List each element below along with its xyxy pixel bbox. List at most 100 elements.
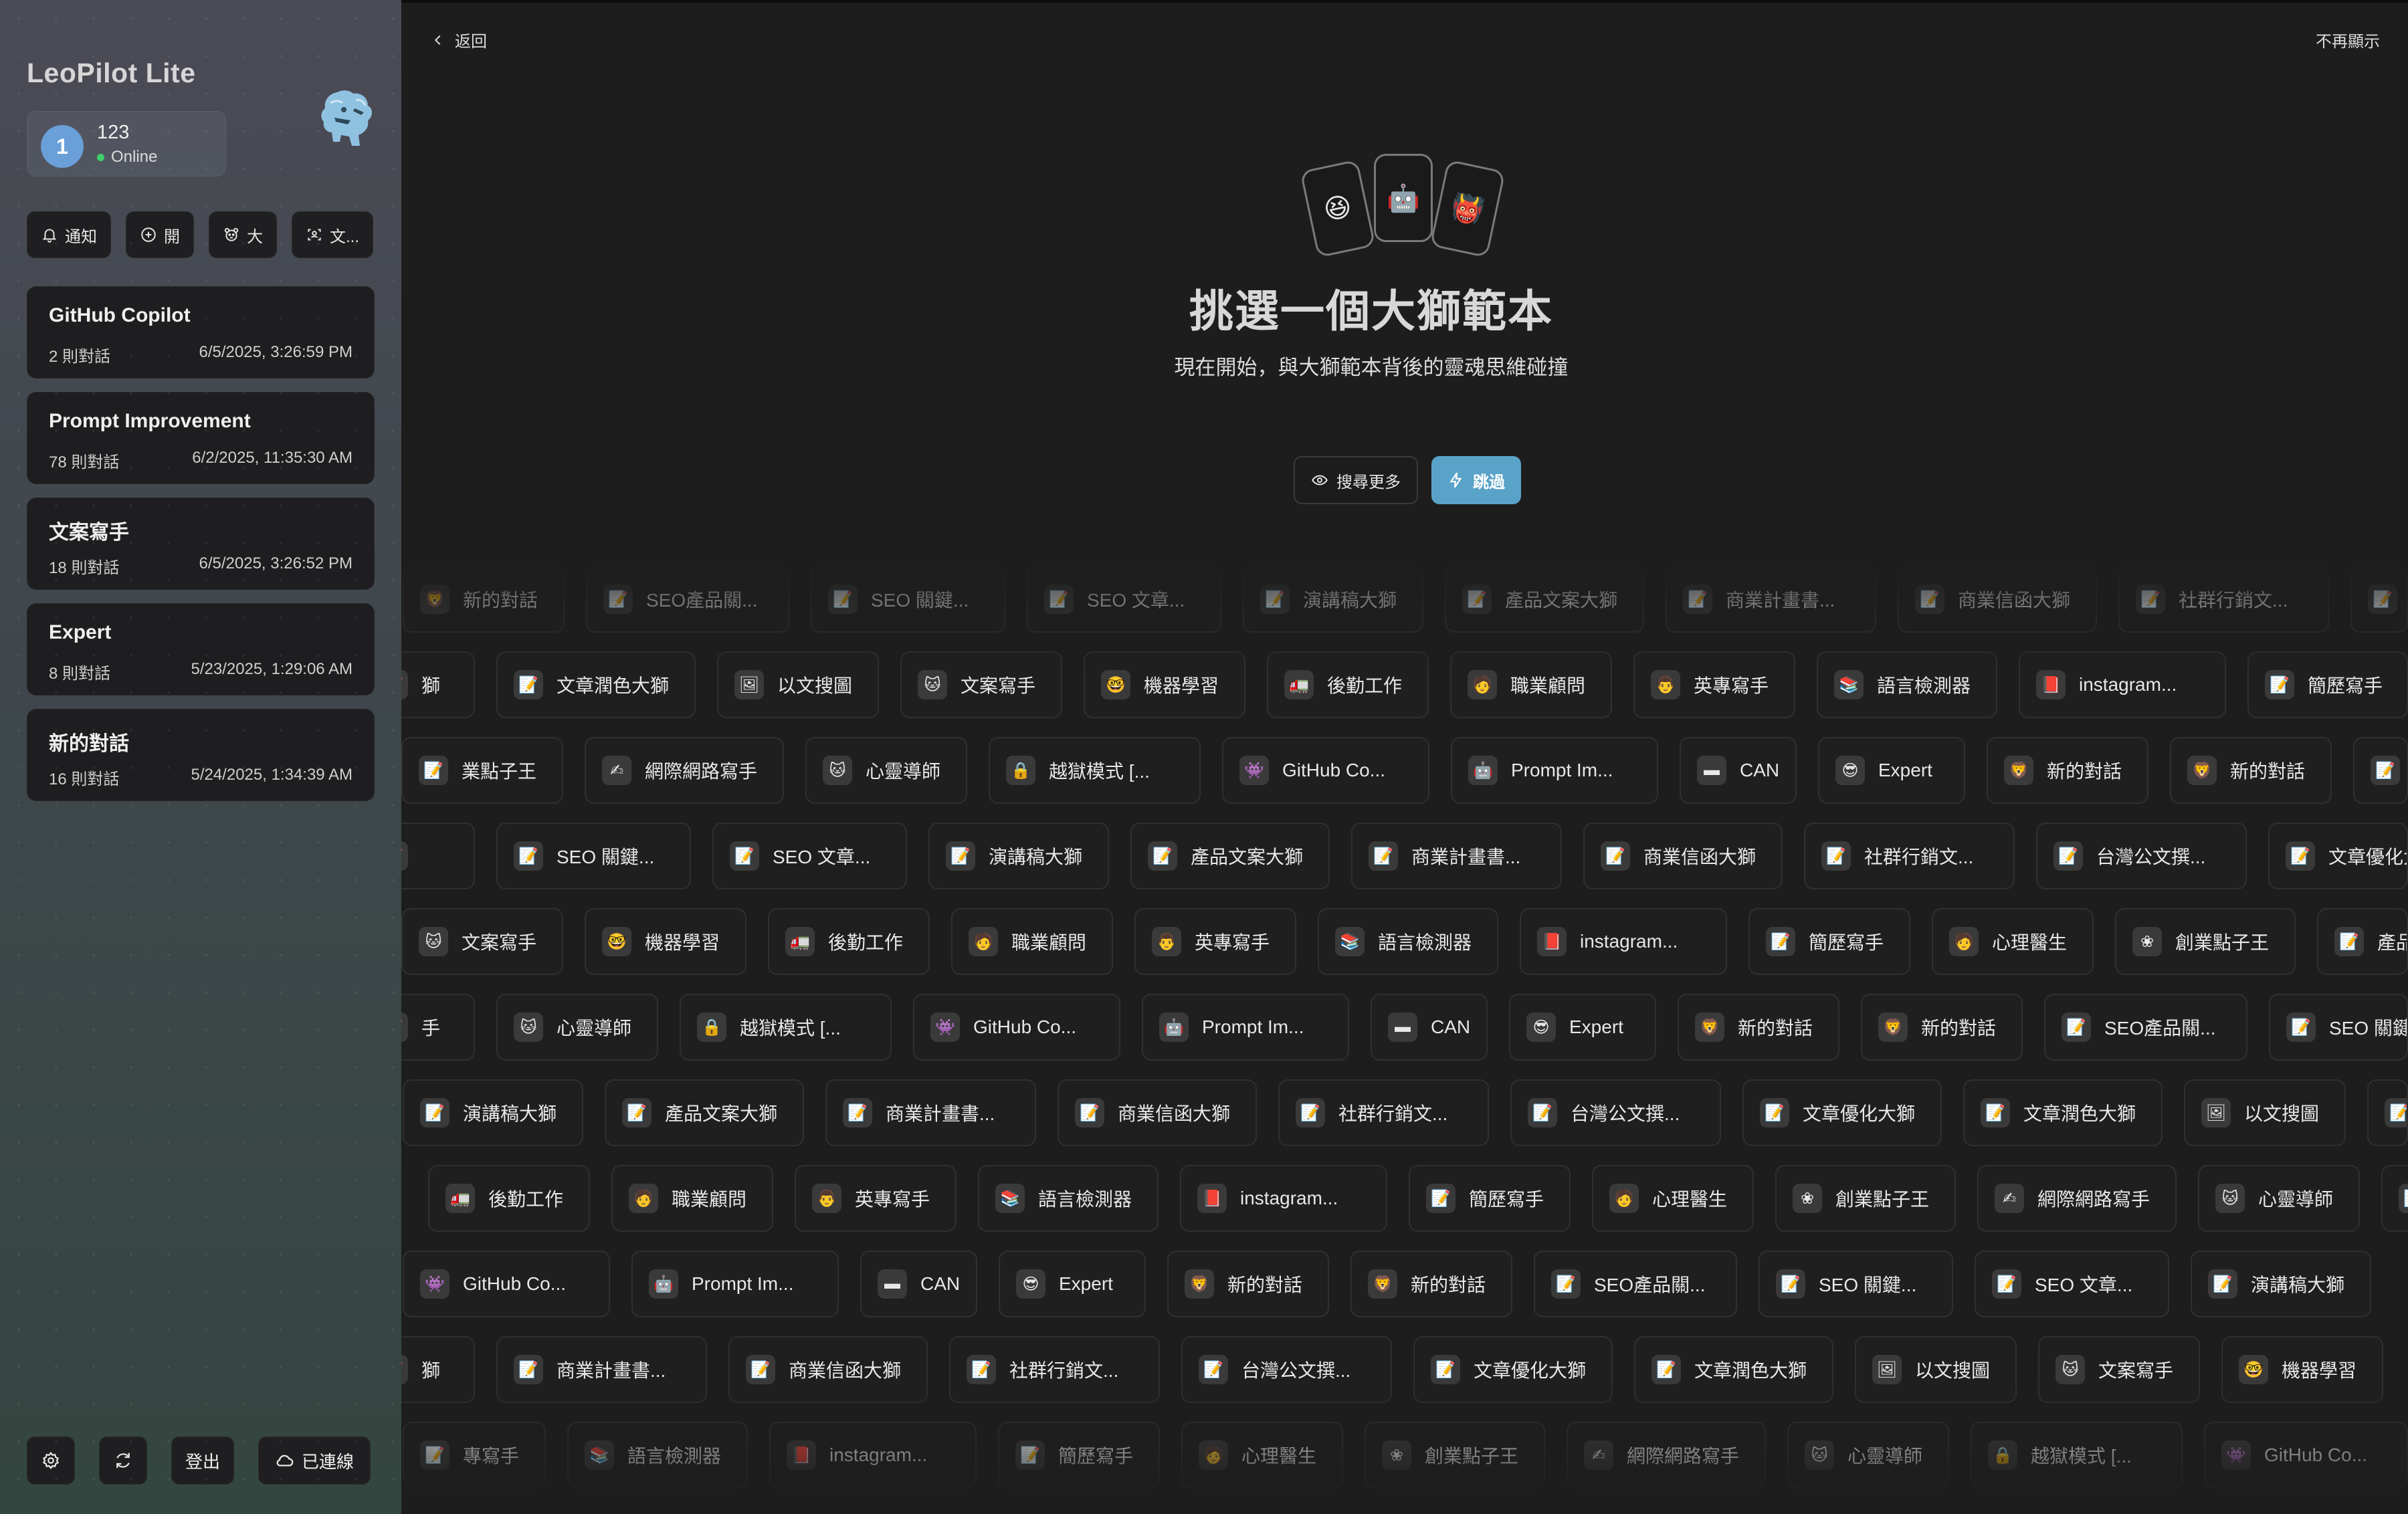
template-tile[interactable]: 📝 簡歷寫手	[1409, 1165, 1571, 1232]
template-tile[interactable]: 📝 SEO 文章...	[712, 823, 907, 889]
template-tile[interactable]: 👾 GitHub Co...	[2204, 1422, 2408, 1489]
template-tile[interactable]: 📝 SEO 文章...	[1975, 1251, 2169, 1317]
template-tile[interactable]: 📝 產品文案大獅	[605, 1079, 804, 1146]
back-link[interactable]: 返回	[431, 28, 487, 51]
template-tile[interactable]: 📝 商業計畫書...	[496, 1336, 707, 1403]
template-tile[interactable]: 🧑 職業顧問	[611, 1165, 773, 1232]
refresh-button[interactable]	[99, 1436, 147, 1485]
template-tile[interactable]: 📝 商業計畫書...	[1666, 566, 1876, 633]
template-tile[interactable]: 🤓 機器學習	[585, 908, 746, 975]
template-tile[interactable]: 📝 商業信函大獅	[728, 1336, 928, 1403]
template-tile[interactable]: 📝台	[2350, 566, 2408, 633]
template-tile[interactable]: 📚 語言檢測器	[1817, 651, 1997, 718]
template-tile[interactable]: 📝 商業計畫書...	[825, 1079, 1036, 1146]
template-tile[interactable]: 👨 英專寫手	[1134, 908, 1296, 975]
template-tile[interactable]: 🧑 心理醫生	[1592, 1165, 1754, 1232]
template-tile[interactable]: 📝	[401, 823, 475, 889]
template-tile[interactable]: 🧑 職業顧問	[1450, 651, 1612, 718]
template-tile[interactable]: 🧑 心理醫生	[1181, 1422, 1343, 1489]
template-tile[interactable]: 📝 演講稿大獅	[1243, 566, 1423, 633]
template-tile[interactable]: 📝 商業信函大獅	[1583, 823, 1783, 889]
template-tile[interactable]: 📝 SEO 關鍵...	[2269, 994, 2408, 1061]
template-tile[interactable]: 🐱 心靈導師	[1787, 1422, 1949, 1489]
user-card[interactable]: 1 123 Online	[27, 111, 226, 177]
template-tile[interactable]: 📝 文章優化大獅	[1413, 1336, 1613, 1403]
template-tile[interactable]: 📝 SEO產品關...	[1534, 1251, 1737, 1317]
template-tile[interactable]: 📝手	[401, 994, 475, 1061]
template-tile[interactable]: 😎 Expert	[999, 1251, 1146, 1317]
template-tile[interactable]: ▬ CAN	[1680, 737, 1797, 804]
template-tile[interactable]: 🚛 後勤工作	[1267, 651, 1429, 718]
template-tile[interactable]: 📝獅	[401, 651, 475, 718]
template-tile[interactable]: ✍ 網際網路寫手	[1977, 1165, 2177, 1232]
template-tile[interactable]: 📝獅	[401, 1336, 475, 1403]
template-tile[interactable]: 🧑 職業顧問	[951, 908, 1113, 975]
template-tile[interactable]: ✍ 網際網路寫手	[1567, 1422, 1766, 1489]
template-tile[interactable]: 📝 產品文	[2317, 908, 2408, 975]
template-tile[interactable]: ❀ 創業點子王	[1775, 1165, 1956, 1232]
template-tile[interactable]: 🚛 後勤工作	[428, 1165, 590, 1232]
template-tile[interactable]: 🐱 文案寫手	[900, 651, 1062, 718]
conversation-item[interactable]: Prompt Improvement 78 則對話 6/2/2025, 11:3…	[27, 392, 375, 484]
template-tile[interactable]: 📝 文章優化大獅	[1742, 1079, 1942, 1146]
template-tile[interactable]: 🤓 機器學習	[2221, 1336, 2383, 1403]
lion-templates-button[interactable]: 大	[209, 211, 277, 258]
template-tile[interactable]: 📕 instagram...	[2019, 651, 2226, 718]
template-tile[interactable]: 📝 商業信函大獅	[1898, 566, 2097, 633]
template-tile[interactable]: 📝 文章潤色大獅	[1634, 1336, 1833, 1403]
template-tile[interactable]: 📝 演講稿大獅	[403, 1079, 583, 1146]
template-tile[interactable]: 🤖 Prompt Im...	[1142, 994, 1349, 1061]
template-tile[interactable]: 😎 Expert	[1509, 994, 1656, 1061]
template-tile[interactable]: 📝 商業信函大獅	[1058, 1079, 1257, 1146]
template-tile[interactable]: 🐱 心靈導師	[2198, 1165, 2360, 1232]
template-tile[interactable]: 👾 GitHub Co...	[1222, 737, 1429, 804]
template-tile[interactable]: 🤓 機器學習	[1084, 651, 1245, 718]
template-tile[interactable]: 📝 商業計畫書...	[1351, 823, 1562, 889]
template-tile[interactable]: 📝 台灣公文撰...	[2036, 823, 2247, 889]
logout-button[interactable]: 登出	[171, 1436, 235, 1485]
template-tile[interactable]: 📝insta	[2353, 737, 2408, 804]
template-tile[interactable]: 🖼 以文搜圖	[717, 651, 879, 718]
conversation-item[interactable]: 文案寫手 18 則對話 6/5/2025, 3:26:52 PM	[27, 498, 375, 590]
template-tile[interactable]: 🦁 新的對話	[1350, 1251, 1512, 1317]
template-tile[interactable]: 🐱 文案寫手	[401, 908, 563, 975]
template-tile[interactable]: ❀ 創業點子王	[2115, 908, 2296, 975]
template-tile[interactable]: 🧑 心理醫生	[1932, 908, 2094, 975]
conversation-item[interactable]: Expert 8 則對話 5/23/2025, 1:29:06 AM	[27, 603, 375, 695]
template-tile[interactable]: 📝	[2367, 1079, 2408, 1146]
template-tile[interactable]: ▬ CAN	[860, 1251, 977, 1317]
template-tile[interactable]: 👨 英專寫手	[1633, 651, 1795, 718]
template-tile[interactable]: 📝 產品文案大獅	[1130, 823, 1330, 889]
template-tile[interactable]: 🦁 新的對話	[2170, 737, 2332, 804]
template-tile[interactable]: 📝 演講稿大獅	[928, 823, 1109, 889]
skip-button[interactable]: 跳過	[1431, 456, 1521, 504]
conversation-item[interactable]: 新的對話 16 則對話 5/24/2025, 1:34:39 AM	[27, 709, 375, 801]
template-tile[interactable]: 🐱 心靈導師	[805, 737, 967, 804]
template-tile[interactable]: ▬ CAN	[1371, 994, 1488, 1061]
dont-show-again-link[interactable]: 不再顯示	[2316, 28, 2380, 51]
template-tile[interactable]: 📝 業點子王	[401, 737, 563, 804]
template-tile[interactable]: ❀ 創業點子王	[1365, 1422, 1545, 1489]
template-tile[interactable]: 📝 簡歷寫手	[1748, 908, 1910, 975]
template-tile[interactable]: 📝 SEO產品關...	[586, 566, 789, 633]
template-tile[interactable]: 👨 英專寫手	[795, 1165, 957, 1232]
template-tile[interactable]: 📝 台灣公文撰...	[1181, 1336, 1392, 1403]
template-tile[interactable]: 🐱 文案寫手	[2038, 1336, 2200, 1403]
template-tile[interactable]: 🖼 以文搜圖	[2184, 1079, 2346, 1146]
template-tile[interactable]: 📝 專寫手	[403, 1422, 546, 1489]
notifications-button[interactable]: 通知	[27, 211, 111, 258]
template-tile[interactable]: 📝 演講稿大獅	[2191, 1251, 2371, 1317]
template-tile[interactable]: 📝 產品文案大獅	[1445, 566, 1644, 633]
connection-status-button[interactable]: 已連線	[258, 1436, 371, 1485]
template-tile[interactable]: 📝 文章潤色大獅	[496, 651, 696, 718]
template-tile[interactable]: 🖼 以文搜圖	[1855, 1336, 2017, 1403]
search-more-button[interactable]: 搜尋更多	[1294, 456, 1418, 504]
template-tile[interactable]: 📝 SEO 文章...	[1027, 566, 1221, 633]
template-tile[interactable]: 📝 社群行銷文...	[1804, 823, 2015, 889]
template-tile[interactable]: 📝 文章潤色大獅	[1963, 1079, 2163, 1146]
template-tile[interactable]: 📝 SEO產品關...	[2044, 994, 2247, 1061]
template-tile[interactable]: 📝 簡歷寫手	[2247, 651, 2408, 718]
template-tile[interactable]: 🤖 Prompt Im...	[631, 1251, 839, 1317]
template-tile[interactable]: 📝 文章優化大獅	[2268, 823, 2408, 889]
template-tile[interactable]: 📝	[2381, 1165, 2408, 1232]
